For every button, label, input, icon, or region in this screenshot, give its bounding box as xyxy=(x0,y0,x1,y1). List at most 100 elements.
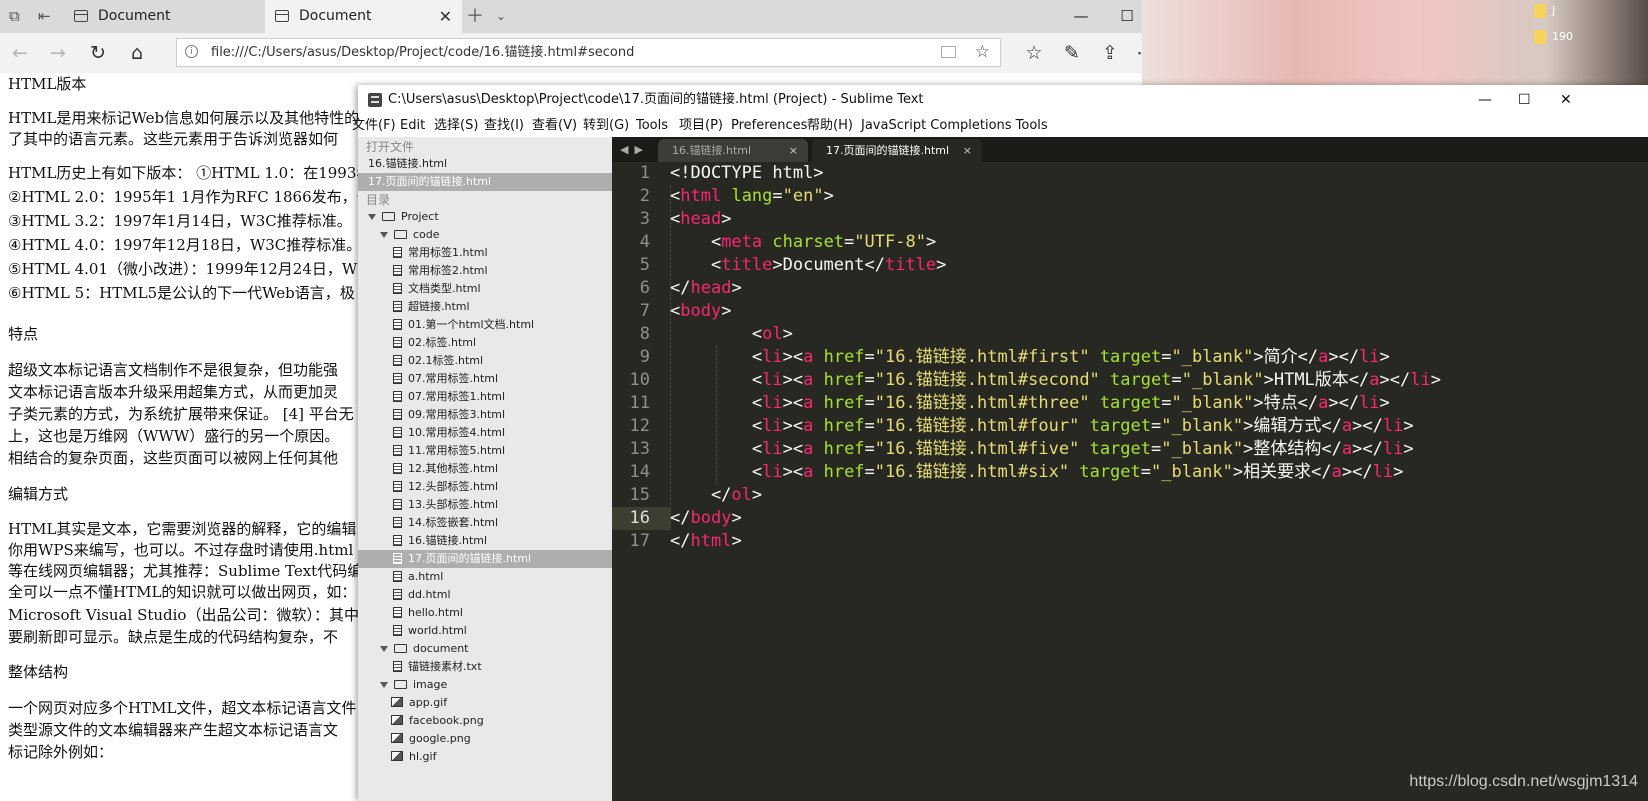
sidebar-file[interactable]: 14.标签嵌套.html xyxy=(358,514,647,532)
sidebar-file[interactable]: 12.其他标签.html xyxy=(358,460,647,478)
line-number: 1 xyxy=(639,163,650,183)
file-icon xyxy=(393,588,402,600)
menu-view[interactable]: 查看(V) xyxy=(532,115,577,137)
url-text[interactable]: file:///C:/Users/asus/Desktop/Project/co… xyxy=(211,39,634,66)
close-tab-icon[interactable]: × xyxy=(963,139,972,162)
sidebar-file[interactable]: 12.头部标签.html xyxy=(358,478,647,496)
sidebar-file[interactable]: 锚链接素材.txt xyxy=(358,658,647,676)
info-icon[interactable]: i xyxy=(185,45,198,58)
tab-actions-icon[interactable]: ⧉ xyxy=(9,0,20,33)
minimize-button[interactable]: — xyxy=(1058,0,1104,33)
sidebar-file[interactable]: world.html xyxy=(358,622,647,640)
sidebar-file[interactable]: 02.1标签.html xyxy=(358,352,647,370)
tab-nav-arrows-icon[interactable]: ◀▶ xyxy=(620,137,649,162)
sidebar-file[interactable]: a.html xyxy=(358,568,647,586)
home-icon[interactable]: ⌂ xyxy=(119,33,155,73)
watermark: https://blog.csdn.net/wsgjm1314 xyxy=(1409,773,1638,790)
file-label: world.html xyxy=(408,624,467,637)
sidebar-file[interactable]: 09.常用标签3.html xyxy=(358,406,647,424)
file-label: 07.常用标签.html xyxy=(408,372,499,385)
sidebar-file[interactable]: facebook.png xyxy=(358,712,645,730)
folder-document[interactable]: document xyxy=(358,640,634,658)
line-number: 6 xyxy=(639,278,650,298)
menu-help[interactable]: 帮助(H) xyxy=(807,115,853,137)
folder-code[interactable]: code xyxy=(358,226,634,244)
address-bar[interactable]: i file:///C:/Users/asus/Desktop/Project/… xyxy=(176,38,1001,67)
text-line: 要刷新即可显示。缺点是生成的代码结构复杂，不 xyxy=(8,628,339,646)
code-line: </html> xyxy=(670,531,742,551)
menu-selection[interactable]: 选择(S) xyxy=(434,115,478,137)
open-file-item[interactable]: 16.锚链接.html xyxy=(358,155,612,173)
editor-tab-active[interactable]: 17.页面间的锚链接.html × xyxy=(812,139,982,162)
text-line: 类型源文件的文本编辑器来产生超文本标记语言文 xyxy=(8,721,339,739)
folder-open-icon xyxy=(394,643,407,653)
sidebar-file[interactable]: hello.html xyxy=(358,604,647,622)
code-editor[interactable]: ◀▶ 16.锚链接.html × 17.页面间的锚链接.html × 1 2 3… xyxy=(612,137,1648,801)
sidebar-file[interactable]: 01.第一个html文档.html xyxy=(358,316,647,334)
close-tab-icon[interactable]: × xyxy=(789,139,798,162)
browser-tab-2[interactable]: Document ✕ xyxy=(265,0,462,33)
browser-tab-1[interactable]: Document xyxy=(64,0,264,33)
sidebar-file-active[interactable]: 17.页面间的锚链接.html xyxy=(358,550,647,568)
menu-tools[interactable]: Tools xyxy=(636,115,668,137)
menu-edit[interactable]: Edit xyxy=(400,115,425,137)
new-tab-icon[interactable]: ＋ xyxy=(466,0,484,33)
sidebar-file[interactable]: app.gif xyxy=(358,694,645,712)
image-file-icon xyxy=(391,697,403,707)
desktop-folder[interactable]: J xyxy=(1534,4,1555,18)
sidebar-file[interactable]: 02.标签.html xyxy=(358,334,647,352)
code-area[interactable]: <!DOCTYPE html> <html lang="en"> <head> … xyxy=(670,162,1648,801)
file-label: 12.头部标签.html xyxy=(408,480,499,493)
sidebar-file[interactable]: 13.头部标签.html xyxy=(358,496,647,514)
share-icon[interactable]: ⇪ xyxy=(1092,33,1128,73)
reading-view-icon[interactable] xyxy=(941,46,956,58)
menu-file[interactable]: 文件(F) xyxy=(352,115,396,137)
menu-goto[interactable]: 转到(G) xyxy=(583,115,629,137)
file-icon xyxy=(393,444,402,456)
file-label: 02.标签.html xyxy=(408,336,477,349)
favorite-star-icon[interactable]: ☆ xyxy=(975,39,990,66)
file-label: 11.常用标签5.html xyxy=(408,444,506,457)
maximize-button[interactable]: ☐ xyxy=(1518,85,1531,115)
minimize-button[interactable]: — xyxy=(1478,85,1492,115)
line-number: 15 xyxy=(629,485,650,505)
pen-icon[interactable]: ✎ xyxy=(1054,33,1090,73)
sidebar-file[interactable]: 07.常用标签1.html xyxy=(358,388,647,406)
refresh-icon[interactable]: ↻ xyxy=(80,33,116,73)
editor-tab[interactable]: 16.锚链接.html × xyxy=(658,139,808,162)
folder-image[interactable]: image xyxy=(358,676,634,694)
folder-project[interactable]: Project xyxy=(358,208,622,226)
chevron-down-icon[interactable]: ⌄ xyxy=(496,0,506,33)
desktop-folder[interactable]: 190 xyxy=(1534,30,1573,44)
code-line: <ol> xyxy=(670,324,793,344)
sidebar-file[interactable]: google.png xyxy=(358,730,645,748)
open-file-item-active[interactable]: 17.页面间的锚链接.html xyxy=(358,173,612,191)
set-aside-tabs-icon[interactable]: ⇤ xyxy=(38,0,51,33)
menu-js-completions[interactable]: JavaScript Completions Tools xyxy=(861,115,1048,137)
menu-preferences[interactable]: Preferences xyxy=(731,115,807,137)
sidebar-file[interactable]: hl.gif xyxy=(358,748,645,766)
menu-find[interactable]: 查找(I) xyxy=(484,115,524,137)
close-tab-icon[interactable]: ✕ xyxy=(439,0,452,33)
sidebar-file[interactable]: 11.常用标签5.html xyxy=(358,442,647,460)
sidebar-file[interactable]: 07.常用标签.html xyxy=(358,370,647,388)
sidebar-file[interactable]: 常用标签1.html xyxy=(358,244,647,262)
sidebar-file[interactable]: dd.html xyxy=(358,586,647,604)
file-label: 锚链接素材.txt xyxy=(408,660,482,673)
sidebar-file[interactable]: 文档类型.html xyxy=(358,280,647,298)
close-window-button[interactable]: ✕ xyxy=(1560,85,1572,115)
sidebar-file[interactable]: 超链接.html xyxy=(358,298,647,316)
forward-icon[interactable]: → xyxy=(40,33,76,73)
folder-label: code xyxy=(413,228,440,241)
text-line: 上，这也是万维网（WWW）盛行的另一个原因。 xyxy=(8,427,340,445)
favorites-icon[interactable]: ☆ xyxy=(1016,33,1052,73)
open-files-header: 打开文件 xyxy=(366,140,415,154)
sidebar-file[interactable]: 常用标签2.html xyxy=(358,262,647,280)
menu-project[interactable]: 项目(P) xyxy=(679,115,723,137)
sidebar-file[interactable]: 16.锚链接.html xyxy=(358,532,647,550)
text-line: 子类元素的方式，为系统扩展带来保证。 [4] 平台无 xyxy=(8,405,354,423)
file-label: 10.常用标签4.html xyxy=(408,426,506,439)
back-icon[interactable]: ← xyxy=(2,33,38,73)
sidebar-file[interactable]: 10.常用标签4.html xyxy=(358,424,647,442)
line-number: 5 xyxy=(639,255,650,275)
